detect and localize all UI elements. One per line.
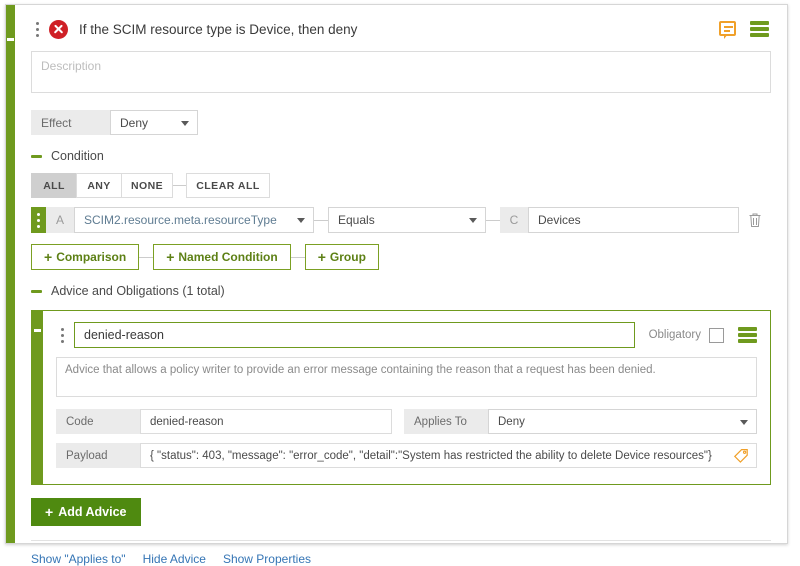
- hide-advice-link[interactable]: Hide Advice: [143, 552, 206, 566]
- plus-icon: +: [317, 248, 326, 265]
- clear-all-button[interactable]: CLEAR ALL: [186, 173, 270, 198]
- applies-to-label: Applies To: [404, 409, 488, 434]
- plus-icon: +: [166, 248, 175, 265]
- condition-row: A SCIM2.resource.meta.resourceType Equal…: [31, 207, 771, 233]
- effect-label: Effect: [31, 110, 110, 135]
- collapse-minus-icon: [31, 289, 42, 293]
- connector-line: [314, 219, 328, 221]
- match-none-button[interactable]: NONE: [121, 173, 173, 198]
- add-comparison-button[interactable]: + Comparison: [31, 244, 140, 270]
- add-advice-label: Add Advice: [58, 505, 127, 519]
- connector-line: [486, 219, 500, 221]
- advice-grip-icon[interactable]: [56, 327, 68, 343]
- connector-line: [290, 256, 305, 258]
- connector-line: [173, 185, 187, 186]
- code-label: Code: [56, 409, 140, 434]
- trash-icon[interactable]: [739, 212, 771, 228]
- advice-section-label: Advice and Obligations (1 total): [51, 284, 225, 298]
- chevron-down-icon: [297, 218, 305, 223]
- chevron-down-icon: [740, 419, 748, 425]
- plus-icon: +: [45, 503, 54, 520]
- show-properties-link[interactable]: Show Properties: [223, 552, 311, 566]
- comment-icon[interactable]: [719, 21, 736, 40]
- connector-line: [139, 256, 154, 258]
- advice-drag-rail[interactable]: [32, 311, 43, 484]
- effect-select-value: Deny: [120, 115, 149, 130]
- code-input[interactable]: [140, 409, 392, 434]
- advice-payload-row: Payload: [56, 443, 757, 468]
- payload-wrap: [140, 443, 757, 468]
- condition-operator-select[interactable]: Equals: [328, 207, 486, 233]
- condition-attribute-select[interactable]: SCIM2.resource.meta.resourceType: [74, 207, 314, 233]
- add-group-label: Group: [329, 250, 366, 264]
- condition-attribute-value: SCIM2.resource.meta.resourceType: [84, 213, 277, 227]
- obligatory-checkbox[interactable]: [709, 327, 724, 343]
- plus-icon: +: [44, 248, 53, 265]
- add-advice-button[interactable]: + Add Advice: [31, 498, 141, 526]
- advice-inner: Obligatory Advice that allows a policy w…: [43, 311, 770, 480]
- applies-to-value: Deny: [498, 415, 525, 428]
- description-input[interactable]: [31, 51, 771, 93]
- condition-match-toggle-group: ALL ANY NONE CLEAR ALL: [31, 173, 771, 198]
- footer-links: Show "Applies to" Hide Advice Show Prope…: [31, 552, 771, 566]
- condition-attribute-badge: A: [46, 207, 74, 233]
- condition-section-label: Condition: [51, 149, 104, 163]
- effect-select[interactable]: Deny: [110, 110, 198, 135]
- condition-add-buttons: + Comparison + Named Condition + Group: [31, 244, 771, 270]
- advice-name-input[interactable]: [74, 322, 635, 348]
- applies-to-select[interactable]: Deny: [488, 409, 757, 434]
- rule-header-actions: [719, 21, 771, 40]
- payload-input[interactable]: [140, 443, 757, 468]
- payload-label: Payload: [56, 443, 140, 468]
- chevron-down-icon: [181, 120, 189, 126]
- effect-row: Effect Deny: [31, 110, 198, 135]
- add-comparison-label: Comparison: [56, 250, 127, 264]
- condition-value-badge: C: [500, 207, 528, 233]
- rule-collapse-handle[interactable]: [7, 38, 14, 41]
- condition-section-toggle[interactable]: Condition: [31, 149, 771, 163]
- deny-x-icon: [49, 19, 68, 39]
- rule-drag-rail[interactable]: [6, 5, 15, 543]
- advice-section-toggle[interactable]: Advice and Obligations (1 total): [31, 284, 771, 298]
- footer-divider: [31, 540, 771, 541]
- advice-code-row: Code Applies To Deny: [56, 409, 757, 434]
- hamburger-menu-icon[interactable]: [750, 21, 769, 37]
- collapse-minus-icon: [31, 154, 42, 158]
- condition-value-input[interactable]: [528, 207, 739, 233]
- condition-grip-icon[interactable]: [31, 207, 46, 233]
- policy-rule-card: If the SCIM resource type is Device, the…: [5, 4, 788, 566]
- add-group-button[interactable]: + Group: [304, 244, 379, 270]
- rule-grip-icon[interactable]: [31, 21, 43, 37]
- rule-body: If the SCIM resource type is Device, the…: [15, 5, 787, 566]
- advice-header: Obligatory: [56, 322, 757, 348]
- advice-item-card: Obligatory Advice that allows a policy w…: [31, 310, 771, 485]
- condition-operator-value: Equals: [338, 213, 375, 227]
- rule-header: If the SCIM resource type is Device, the…: [31, 5, 771, 49]
- chevron-down-icon: [469, 218, 477, 223]
- page-title: If the SCIM resource type is Device, the…: [79, 21, 358, 37]
- advice-collapse-handle[interactable]: [34, 329, 41, 332]
- add-named-condition-button[interactable]: + Named Condition: [153, 244, 291, 270]
- match-any-button[interactable]: ANY: [76, 173, 122, 198]
- obligatory-label: Obligatory: [648, 329, 701, 341]
- advice-menu-icon[interactable]: [738, 327, 757, 343]
- show-applies-to-link[interactable]: Show "Applies to": [31, 552, 126, 566]
- add-named-condition-label: Named Condition: [178, 250, 278, 264]
- advice-description-input[interactable]: Advice that allows a policy writer to pr…: [56, 357, 757, 397]
- match-all-button[interactable]: ALL: [31, 173, 77, 198]
- tag-icon[interactable]: [733, 448, 749, 467]
